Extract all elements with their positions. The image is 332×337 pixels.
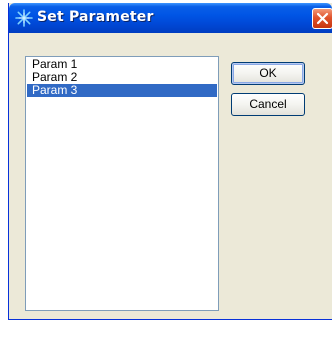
dialog-title: Set Parameter <box>37 9 154 25</box>
cancel-button[interactable]: Cancel <box>231 93 305 116</box>
set-parameter-dialog: Set Parameter Param 1 Param 2 Param 3 OK… <box>8 3 332 320</box>
close-button[interactable] <box>312 8 332 29</box>
ok-button[interactable]: OK <box>231 62 305 85</box>
list-item-param-3[interactable]: Param 3 <box>27 84 217 97</box>
asterisk-burst-icon <box>15 9 33 27</box>
title-bar[interactable]: Set Parameter <box>9 3 332 33</box>
parameter-listbox[interactable]: Param 1 Param 2 Param 3 <box>25 56 219 311</box>
